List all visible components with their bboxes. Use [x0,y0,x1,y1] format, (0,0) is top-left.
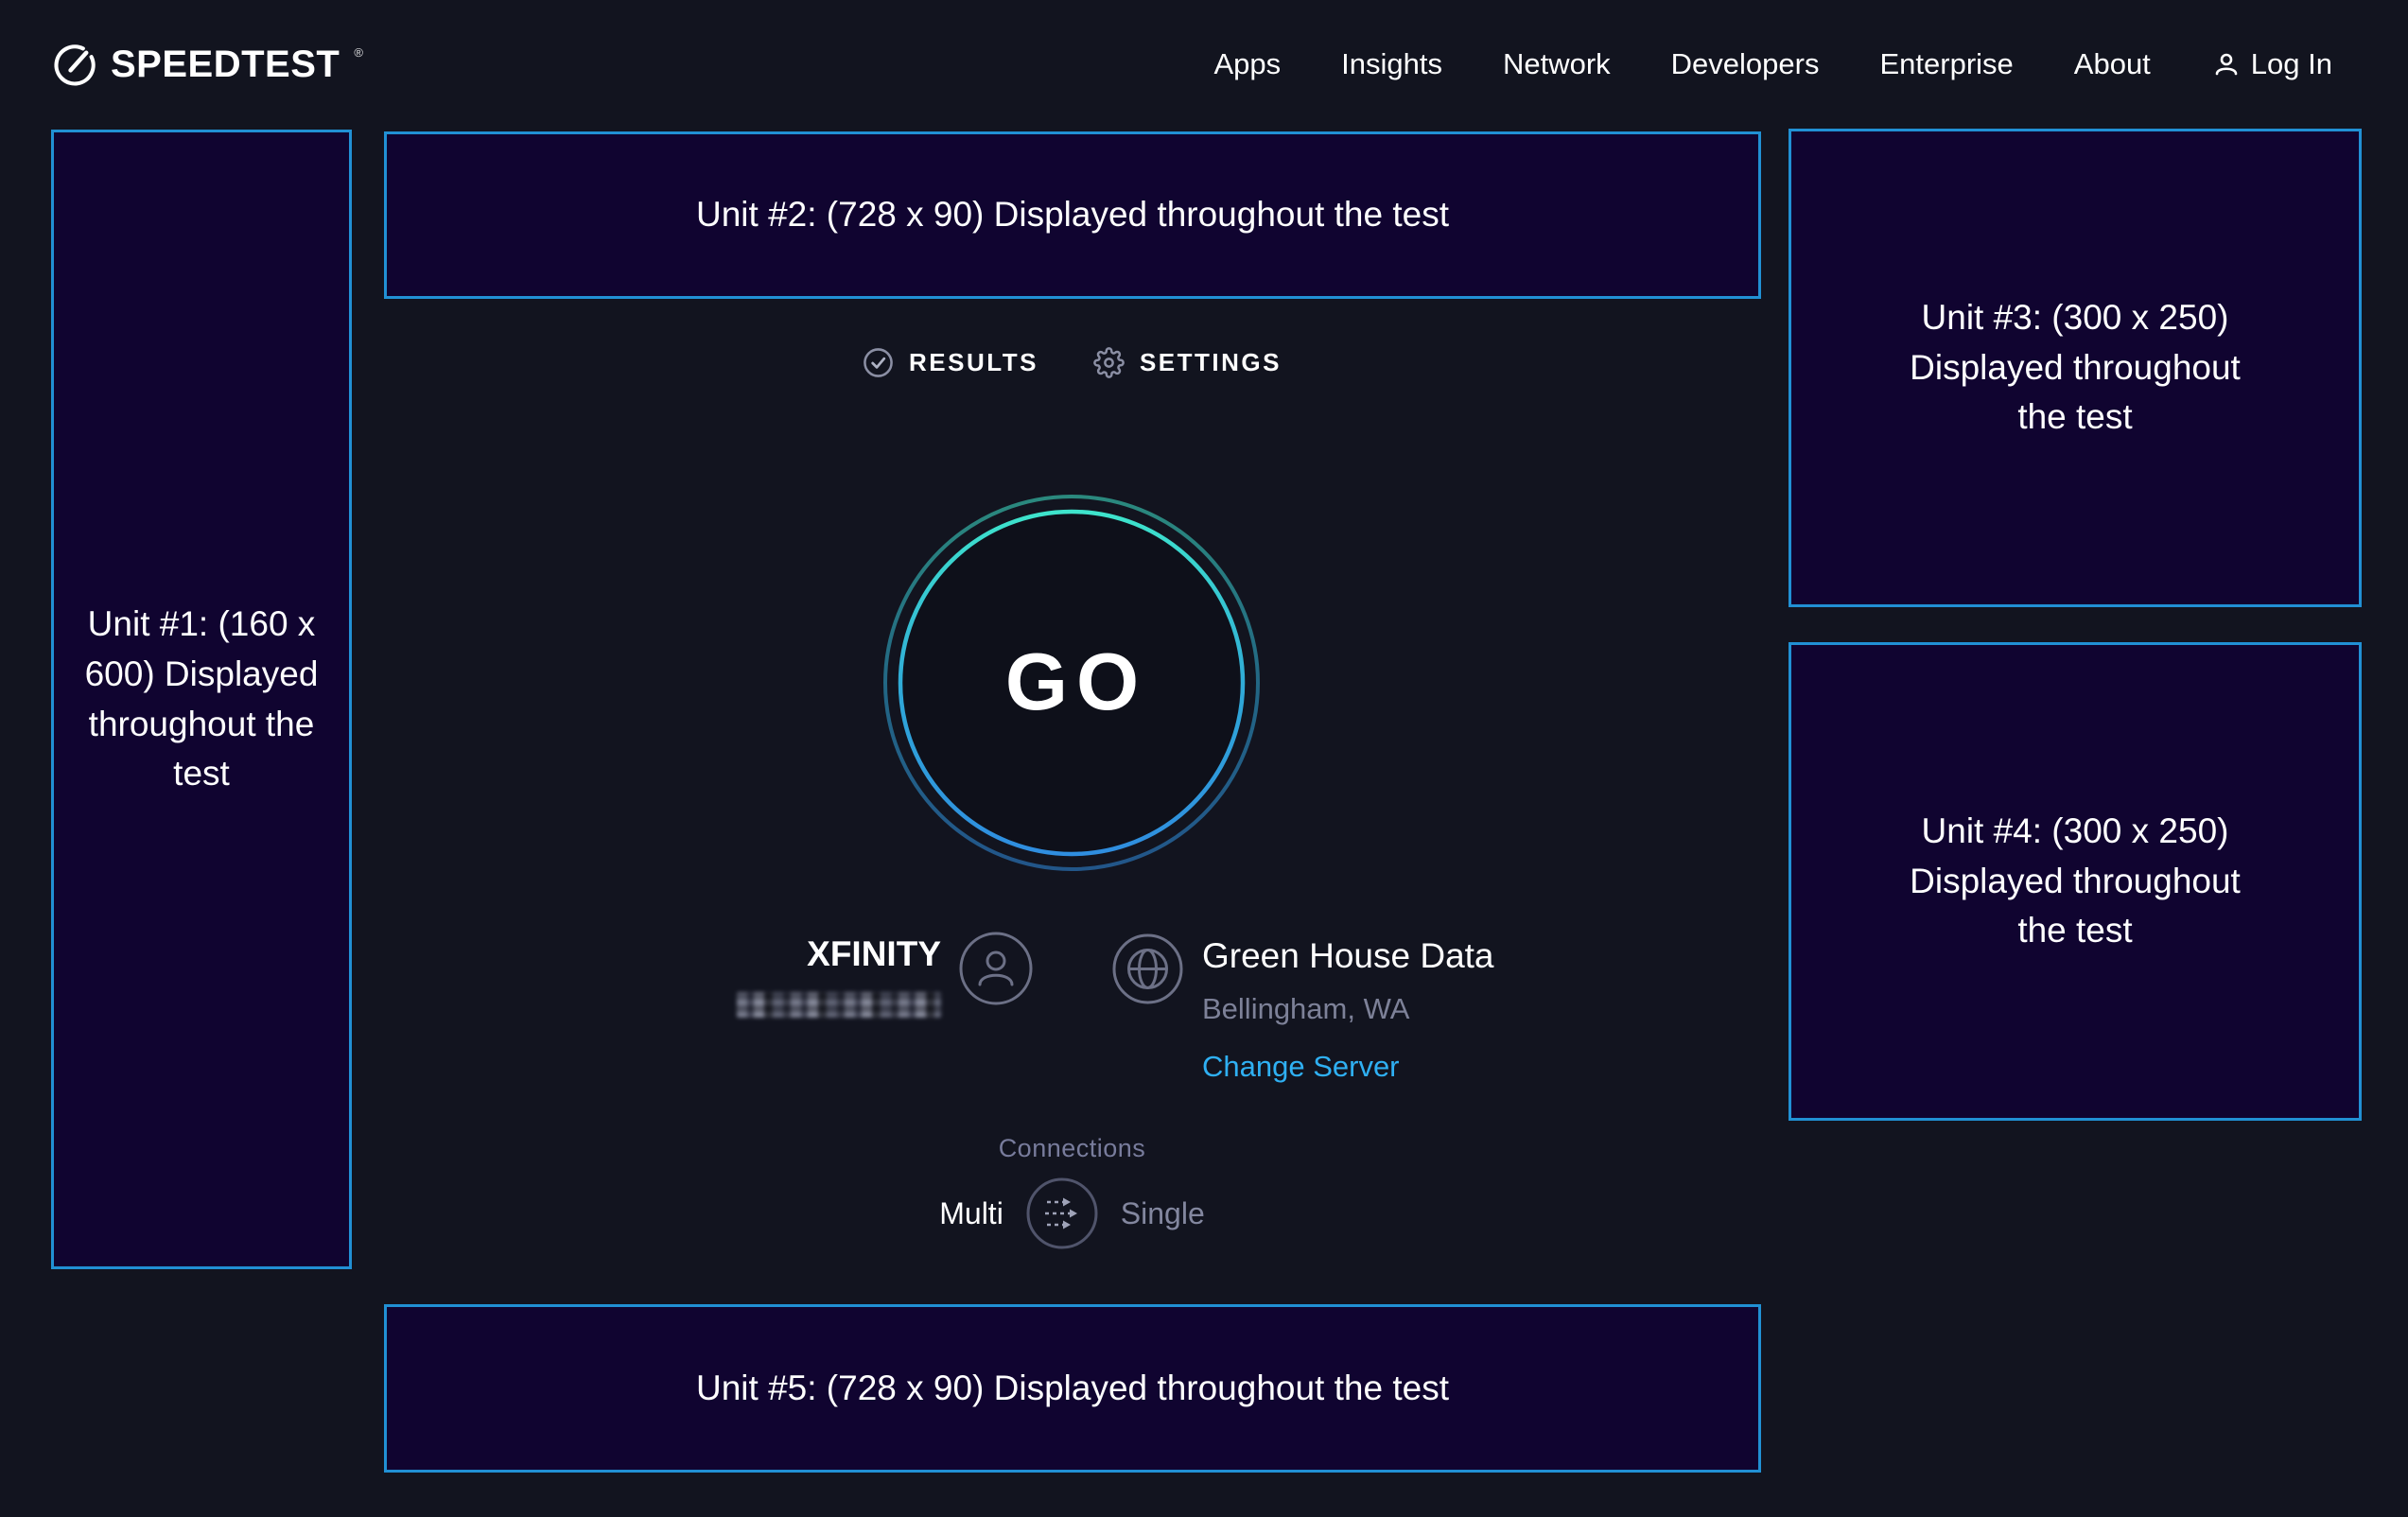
go-button[interactable]: GO [873,484,1270,881]
gear-icon [1093,347,1125,378]
server-name: Green House Data [1202,936,1494,976]
ad-unit-2-label: Unit #2: (728 x 90) Displayed throughout… [696,190,1449,240]
top-nav: SPEEDTEST ® Apps Insights Network Develo… [0,0,2408,129]
connections-multi-option[interactable]: Multi [939,1196,1003,1231]
ad-unit-4-label: Unit #4: (300 x 250) Displayed throughou… [1886,807,2264,956]
provider-name[interactable]: XFINITY [605,934,941,974]
check-circle-icon [863,347,894,378]
ad-unit-1-label: Unit #1: (160 x 600) Displayed throughou… [79,600,324,798]
nav-links: Apps Insights Network Developers Enterpr… [1213,47,2332,81]
connections-label: Connections [384,1134,1760,1163]
nav-item-apps[interactable]: Apps [1213,47,1281,81]
tab-results-label: RESULTS [909,348,1038,377]
login-button[interactable]: Log In [2211,47,2332,81]
connections-row: Multi Single [384,1171,1760,1256]
user-icon [2211,49,2242,79]
nav-item-about[interactable]: About [2074,47,2151,81]
ad-unit-3-label: Unit #3: (300 x 250) Displayed throughou… [1886,293,2264,443]
ad-unit-5[interactable]: Unit #5: (728 x 90) Displayed throughout… [384,1304,1761,1473]
ad-unit-1[interactable]: Unit #1: (160 x 600) Displayed throughou… [51,130,352,1269]
tabs-row: RESULTS SETTINGS [384,332,1760,392]
ad-unit-5-label: Unit #5: (728 x 90) Displayed throughout… [696,1364,1449,1414]
connections-single-option[interactable]: Single [1121,1196,1205,1231]
tab-settings[interactable]: SETTINGS [1093,347,1282,378]
nav-item-insights[interactable]: Insights [1341,47,1442,81]
provider-avatar-icon [958,931,1034,1006]
tab-results[interactable]: RESULTS [863,347,1038,378]
nav-item-network[interactable]: Network [1503,47,1611,81]
ad-unit-3[interactable]: Unit #3: (300 x 250) Displayed throughou… [1789,129,2362,607]
connection-mode-toggle-icon[interactable] [1024,1176,1100,1251]
server-info: Green House Data Bellingham, WA Change S… [1202,936,1494,1084]
brand-name: SPEEDTEST [111,43,340,87]
brand-trademark: ® [354,46,363,59]
blurred-ip-address [737,992,941,1018]
speedometer-icon [52,43,96,87]
tab-settings-label: SETTINGS [1140,348,1282,377]
go-label: GO [873,484,1270,881]
ad-unit-4[interactable]: Unit #4: (300 x 250) Displayed throughou… [1789,642,2362,1121]
server-location: Bellingham, WA [1202,992,1494,1026]
ad-unit-2[interactable]: Unit #2: (728 x 90) Displayed throughout… [384,131,1761,299]
brand-logo[interactable]: SPEEDTEST ® [52,43,363,87]
change-server-link[interactable]: Change Server [1202,1050,1494,1084]
server-globe-icon [1111,933,1184,1005]
login-label: Log In [2251,47,2332,81]
nav-item-developers[interactable]: Developers [1671,47,1820,81]
nav-item-enterprise[interactable]: Enterprise [1879,47,2013,81]
